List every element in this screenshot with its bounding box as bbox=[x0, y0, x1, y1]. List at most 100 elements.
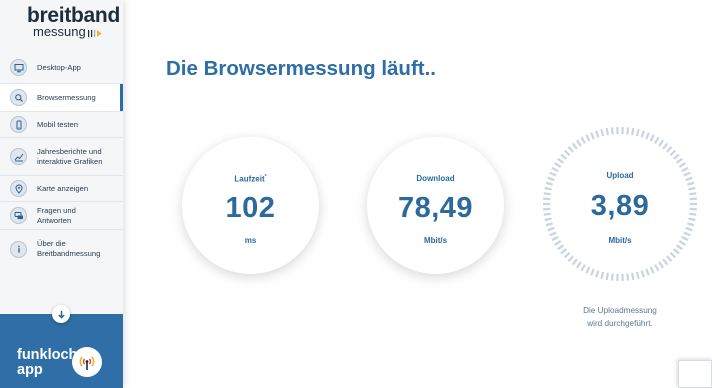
download-gauge: Download 78,49 Mbit/s bbox=[367, 137, 504, 274]
ring-tick bbox=[666, 255, 673, 262]
ring-tick bbox=[543, 212, 551, 216]
ring-tick bbox=[678, 162, 686, 168]
monitor-icon bbox=[10, 59, 27, 76]
sidebar-item-label: Browsermessung bbox=[37, 92, 96, 102]
ring-tick bbox=[645, 132, 650, 140]
chart-icon bbox=[10, 148, 27, 165]
ring-tick bbox=[585, 266, 591, 274]
ring-tick bbox=[571, 142, 578, 150]
ring-tick bbox=[585, 134, 591, 142]
upload-label: Upload bbox=[606, 171, 634, 180]
sidebar-item-karte[interactable]: Karte anzeigen bbox=[0, 176, 123, 202]
signal-bars-icon bbox=[88, 30, 102, 37]
sidebar-item-faq[interactable]: Fragen und Antworten bbox=[0, 202, 123, 230]
ring-tick bbox=[672, 153, 680, 160]
sidebar-item-label: Über die Breitbandmessung bbox=[37, 239, 101, 258]
info-icon bbox=[10, 240, 27, 258]
upload-status-text: Die Uploadmessung wird durchgeführt. bbox=[560, 304, 680, 330]
ring-tick bbox=[605, 272, 609, 281]
ring-tick bbox=[685, 226, 693, 232]
upload-value: 3,89 bbox=[590, 190, 650, 222]
latency-label: Laufzeit* bbox=[182, 174, 319, 184]
ring-tick bbox=[675, 244, 683, 251]
page-title: Die Browsermessung läuft.. bbox=[166, 57, 436, 80]
latency-gauge: Laufzeit* 102 ms bbox=[182, 137, 319, 274]
funkloch-app-title[interactable]: funkloch-app bbox=[17, 348, 82, 378]
sidebar-item-browsermessung[interactable]: Browsermessung bbox=[0, 84, 123, 112]
ring-tick bbox=[640, 130, 645, 138]
ring-tick bbox=[626, 127, 630, 135]
latency-label-text: Laufzeit bbox=[234, 174, 265, 184]
ring-tick bbox=[631, 272, 635, 281]
ring-tick bbox=[580, 136, 586, 144]
upload-unit: Mbit/s bbox=[608, 236, 632, 245]
sidebar-item-ueber[interactable]: Über die Breitbandmessung bbox=[0, 230, 123, 268]
ring-tick bbox=[545, 222, 554, 227]
scroll-down-button[interactable] bbox=[52, 305, 70, 323]
ring-tick bbox=[600, 129, 605, 137]
ring-tick bbox=[567, 146, 574, 153]
ring-tick bbox=[547, 226, 555, 232]
footnote-marker[interactable]: * bbox=[265, 174, 267, 180]
ring-tick bbox=[554, 162, 562, 168]
ring-tick bbox=[649, 266, 655, 274]
map-pin-icon bbox=[10, 180, 27, 197]
ring-tick bbox=[605, 127, 609, 136]
logo-wordmark-bottom: messung bbox=[33, 24, 86, 39]
ring-tick bbox=[576, 261, 582, 269]
ring-tick bbox=[544, 217, 552, 222]
upload-status-line2: wird durchgeführt. bbox=[587, 319, 653, 328]
ring-tick bbox=[662, 258, 669, 266]
ring-tick bbox=[590, 268, 595, 276]
ring-tick bbox=[658, 261, 664, 269]
ring-tick bbox=[640, 270, 645, 278]
ring-tick bbox=[635, 271, 640, 279]
ring-tick bbox=[635, 129, 640, 137]
ring-tick bbox=[590, 132, 595, 140]
ring-tick bbox=[595, 130, 600, 138]
download-label: Download bbox=[416, 174, 455, 183]
ring-tick bbox=[543, 192, 551, 196]
ring-tick bbox=[688, 186, 696, 191]
ring-tick bbox=[580, 264, 586, 272]
sidebar-item-mobil-testen[interactable]: Mobil testen bbox=[0, 112, 123, 138]
sidebar-item-label: Karte anzeigen bbox=[37, 183, 89, 193]
ring-tick bbox=[675, 157, 683, 164]
ring-tick bbox=[563, 149, 571, 157]
ring-tick bbox=[610, 273, 614, 281]
latency-value: 102 bbox=[225, 192, 276, 224]
ring-tick bbox=[689, 192, 697, 196]
ring-tick bbox=[563, 251, 571, 259]
download-value: 78,49 bbox=[397, 192, 474, 224]
sidebar-item-desktop-app[interactable]: Desktop-App bbox=[0, 52, 123, 84]
upload-gauge: Upload 3,89 Mbit/s bbox=[557, 141, 683, 267]
ring-tick bbox=[689, 212, 697, 216]
sidebar: breitband messung Desktop-App Browsermes… bbox=[0, 0, 123, 388]
sidebar-item-jahresberichte[interactable]: Jahresberichte und interaktive Grafiken bbox=[0, 138, 123, 176]
ring-tick bbox=[544, 186, 552, 191]
ring-tick bbox=[576, 139, 582, 147]
ring-tick bbox=[658, 139, 664, 147]
ring-tick bbox=[688, 217, 696, 222]
breitbandmessung-logo[interactable]: breitband messung bbox=[0, 0, 123, 44]
download-unit: Mbit/s bbox=[423, 236, 448, 245]
ring-tick bbox=[626, 273, 630, 281]
ring-tick bbox=[645, 268, 650, 276]
ring-tick bbox=[683, 171, 691, 177]
latency-unit: ms bbox=[244, 236, 257, 245]
page-thumbnail[interactable] bbox=[678, 360, 712, 388]
ring-tick bbox=[567, 255, 574, 262]
antenna-icon[interactable] bbox=[72, 347, 102, 377]
ring-tick bbox=[686, 222, 695, 227]
ring-tick bbox=[669, 149, 677, 157]
ring-tick bbox=[631, 127, 635, 136]
ring-tick bbox=[669, 251, 677, 259]
ring-tick bbox=[654, 264, 660, 272]
sidebar-item-label: Jahresberichte und interaktive Grafiken bbox=[37, 146, 103, 166]
ring-tick bbox=[666, 146, 673, 153]
ring-tick bbox=[600, 271, 605, 279]
ring-tick bbox=[649, 134, 655, 142]
ring-tick bbox=[610, 127, 614, 135]
ring-tick bbox=[685, 176, 693, 182]
ring-tick bbox=[557, 157, 565, 164]
